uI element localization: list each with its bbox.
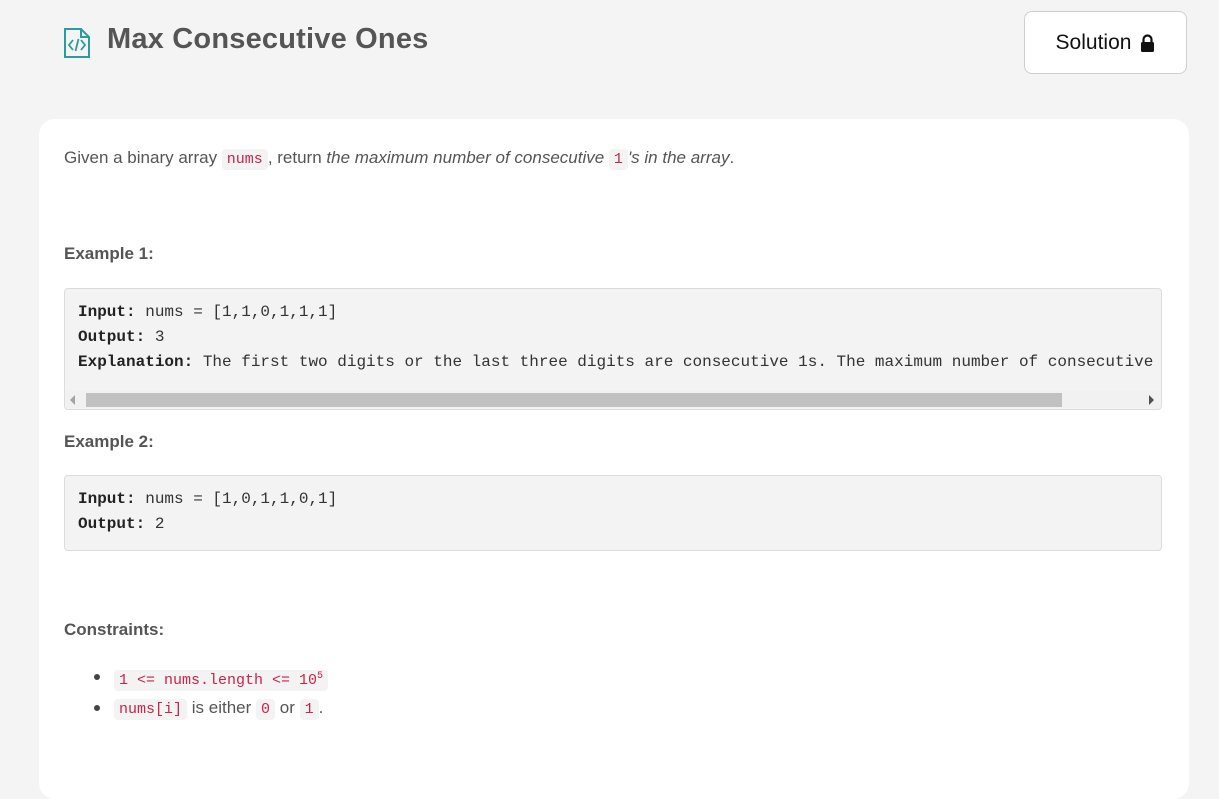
constraint-code: nums[i] xyxy=(114,699,188,720)
description-italic: 's in the array xyxy=(627,148,730,167)
input-value: nums = [1,0,1,1,0,1] xyxy=(135,490,338,508)
problem-card: Given a binary array nums, return the ma… xyxy=(39,119,1189,799)
constraint-code: 1 xyxy=(299,699,319,720)
constraint-text: or xyxy=(275,698,300,717)
problem-description: Given a binary array nums, return the ma… xyxy=(64,148,735,170)
example-1-heading: Example 1: xyxy=(64,244,154,263)
description-italic: the maximum number of consecutive xyxy=(326,148,609,167)
lock-icon xyxy=(1140,33,1155,52)
constraints-heading: Constraints: xyxy=(64,620,165,639)
constraint-code-text: 1 <= nums.length <= 10 xyxy=(119,672,318,689)
horizontal-scrollbar[interactable] xyxy=(66,391,1160,408)
explanation-label: Explanation: xyxy=(78,353,194,371)
scrollbar-thumb[interactable] xyxy=(86,393,1062,407)
description-text: . xyxy=(729,148,735,167)
constraints-list: 1 <= nums.length <= 105 nums[i] is eithe… xyxy=(64,661,329,723)
scroll-left-arrow-icon[interactable] xyxy=(70,395,75,405)
list-item: nums[i] is either 0 or 1. xyxy=(64,692,328,723)
output-value: 2 xyxy=(145,515,165,533)
inline-code-nums: nums xyxy=(221,149,268,170)
example-1-input: Input: nums = [1,1,0,1,1,1] xyxy=(78,303,337,321)
solution-button-label: Solution xyxy=(1055,30,1132,54)
constraint-text: is either xyxy=(187,698,256,717)
input-value: nums = [1,1,0,1,1,1] xyxy=(135,303,338,321)
example-2-input: Input: nums = [1,0,1,1,0,1] xyxy=(78,490,337,508)
solution-button[interactable]: Solution xyxy=(1024,11,1187,74)
example-1-block: Input: nums = [1,1,0,1,1,1] Output: 3 Ex… xyxy=(64,288,1162,410)
scroll-right-arrow-icon[interactable] xyxy=(1149,395,1154,405)
list-item: 1 <= nums.length <= 105 xyxy=(64,661,329,692)
problem-header: Max Consecutive Ones Solution xyxy=(0,0,1219,90)
description-text: Given a binary array xyxy=(64,148,222,167)
output-label: Output: xyxy=(78,515,146,533)
constraint-code: 1 <= nums.length <= 105 xyxy=(114,670,329,691)
example-1-output: Output: 3 xyxy=(78,328,164,346)
problem-title: Max Consecutive Ones xyxy=(107,23,429,55)
description-text: , return xyxy=(267,148,327,167)
input-label: Input: xyxy=(78,490,136,508)
output-label: Output: xyxy=(78,328,146,346)
code-file-icon xyxy=(63,27,91,59)
output-value: 3 xyxy=(145,328,165,346)
example-1-explanation: Explanation: The first two digits or the… xyxy=(78,353,1162,371)
constraint-exponent: 5 xyxy=(317,671,324,682)
constraint-text: . xyxy=(318,698,324,717)
explanation-value: The first two digits or the last three d… xyxy=(193,353,1162,371)
example-2-heading: Example 2: xyxy=(64,432,154,451)
constraint-code: 0 xyxy=(256,699,276,720)
input-label: Input: xyxy=(78,303,136,321)
inline-code-one: 1 xyxy=(608,149,628,170)
example-2-block: Input: nums = [1,0,1,1,0,1] Output: 2 xyxy=(64,475,1162,551)
example-2-output: Output: 2 xyxy=(78,515,164,533)
